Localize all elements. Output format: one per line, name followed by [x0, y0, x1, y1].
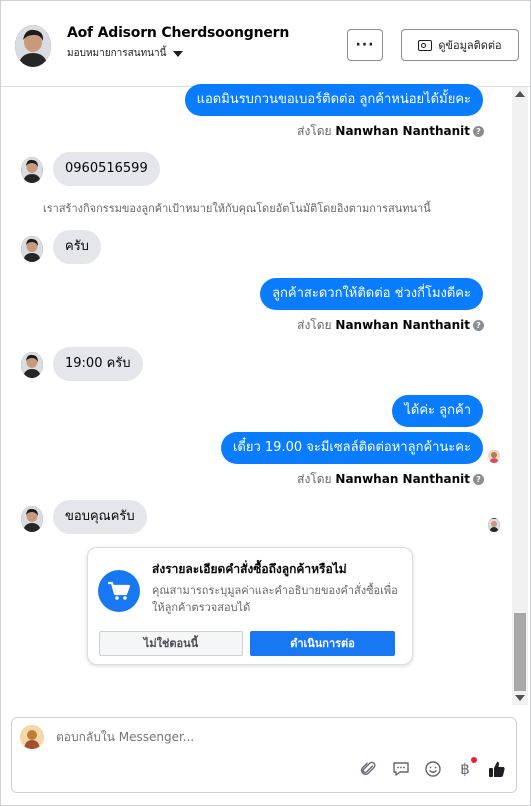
help-icon[interactable]: ?: [473, 126, 484, 137]
customer-avatar[interactable]: [15, 25, 51, 67]
order-details-suggestion-card: ส่งรายละเอียดคำสั่งซื้อถึงลูกค้าหรือไม่ …: [87, 547, 413, 665]
scroll-up-arrow-icon[interactable]: [515, 91, 525, 97]
reply-input[interactable]: [56, 730, 436, 744]
customer-avatar-small: [21, 352, 43, 378]
attach-icon[interactable]: [360, 760, 378, 778]
outgoing-message[interactable]: ลูกค้าสะดวกให้ติดต่อ ช่วงกี่โมงดีคะ: [260, 278, 483, 310]
view-contact-label: ดูข้อมูลติดต่อ: [438, 39, 502, 52]
continue-button[interactable]: ดำเนินการต่อ: [250, 631, 395, 656]
sent-by-label: ส่งโดย Nanwhan Nanthanit?: [297, 316, 484, 335]
contact-card-icon: [418, 39, 433, 51]
more-icon: ···: [355, 37, 375, 53]
sent-by-label: ส่งโดย Nanwhan Nanthanit?: [297, 122, 484, 141]
sent-by-prefix: ส่งโดย: [297, 124, 332, 138]
not-now-button[interactable]: ไม่ใช่ตอนนี้: [99, 631, 243, 656]
sent-by-label: ส่งโดย Nanwhan Nanthanit?: [297, 470, 484, 489]
scroll-down-arrow-icon[interactable]: [515, 695, 525, 701]
page-avatar: [20, 725, 44, 749]
incoming-message[interactable]: 0960516599: [53, 152, 160, 186]
chat-window: Aof Adisorn Cherdsoongnern มอบหมายการสนท…: [0, 0, 531, 806]
incoming-message[interactable]: ขอบคุณครับ: [53, 500, 147, 534]
thumbs-up-icon[interactable]: [488, 760, 506, 778]
outgoing-message[interactable]: ได้ค่ะ ลูกค้า: [392, 395, 483, 427]
customer-avatar-small: [21, 506, 43, 532]
more-options-button[interactable]: ···: [347, 29, 383, 61]
suggestion-title: ส่งรายละเอียดคำสั่งซื้อถึงลูกค้าหรือไม่: [152, 562, 347, 576]
help-icon[interactable]: ?: [473, 474, 484, 485]
outgoing-message[interactable]: เดี๋ยว 19.00 จะมีเซลล์ติดต่อหาลูกค้านะคะ: [220, 432, 483, 464]
caret-down-icon: [173, 50, 184, 57]
emoji-icon[interactable]: [424, 760, 442, 778]
assign-label: มอบหมายการสนทนานี้: [67, 48, 167, 59]
composer-area: ฿: [1, 705, 530, 805]
outgoing-message[interactable]: แอดมินรบกวนขอเบอร์ติดต่อ ลูกค้าหน่อยได้ม…: [184, 84, 483, 116]
baht-icon[interactable]: ฿: [456, 757, 477, 778]
incoming-message[interactable]: 19:00 ครับ: [53, 347, 143, 381]
customer-avatar-small: [21, 157, 43, 183]
composer-toolbar: ฿: [360, 757, 506, 778]
saved-reply-icon[interactable]: [392, 760, 410, 778]
cart-icon: [98, 570, 140, 612]
assign-conversation-dropdown[interactable]: มอบหมายการสนทนานี้: [67, 46, 184, 61]
suggestion-description: คุณสามารถระบุมูลค่าและคำอธิบายของคำสั่งซ…: [152, 584, 398, 614]
view-contact-button[interactable]: ดูข้อมูลติดต่อ: [401, 29, 519, 61]
reply-composer[interactable]: ฿: [11, 717, 517, 793]
sent-by-prefix: ส่งโดย: [297, 472, 332, 486]
notification-dot: [471, 757, 477, 763]
baht-symbol: ฿: [460, 760, 470, 778]
seen-indicator-avatar: [488, 449, 500, 463]
thread-scrollbar[interactable]: [512, 87, 528, 705]
sender-name: Nanwhan Nanthanit: [335, 472, 470, 486]
sender-name: Nanwhan Nanthanit: [335, 124, 470, 138]
seen-indicator-avatar: [488, 518, 500, 532]
customer-name: Aof Adisorn Cherdsoongnern: [67, 25, 290, 41]
help-icon[interactable]: ?: [473, 320, 484, 331]
message-thread: แอดมินรบกวนขอเบอร์ติดต่อ ลูกค้าหน่อยได้ม…: [1, 84, 512, 711]
sent-by-prefix: ส่งโดย: [297, 318, 332, 332]
incoming-message[interactable]: ครับ: [53, 230, 101, 264]
system-notice: เราสร้างกิจกรรมของลูกค้าเป้าหมายให้กับคุ…: [43, 202, 431, 215]
customer-avatar-small: [21, 236, 43, 262]
scrollbar-thumb[interactable]: [514, 613, 526, 691]
conversation-header: Aof Adisorn Cherdsoongnern มอบหมายการสนท…: [1, 1, 530, 87]
sender-name: Nanwhan Nanthanit: [335, 318, 470, 332]
